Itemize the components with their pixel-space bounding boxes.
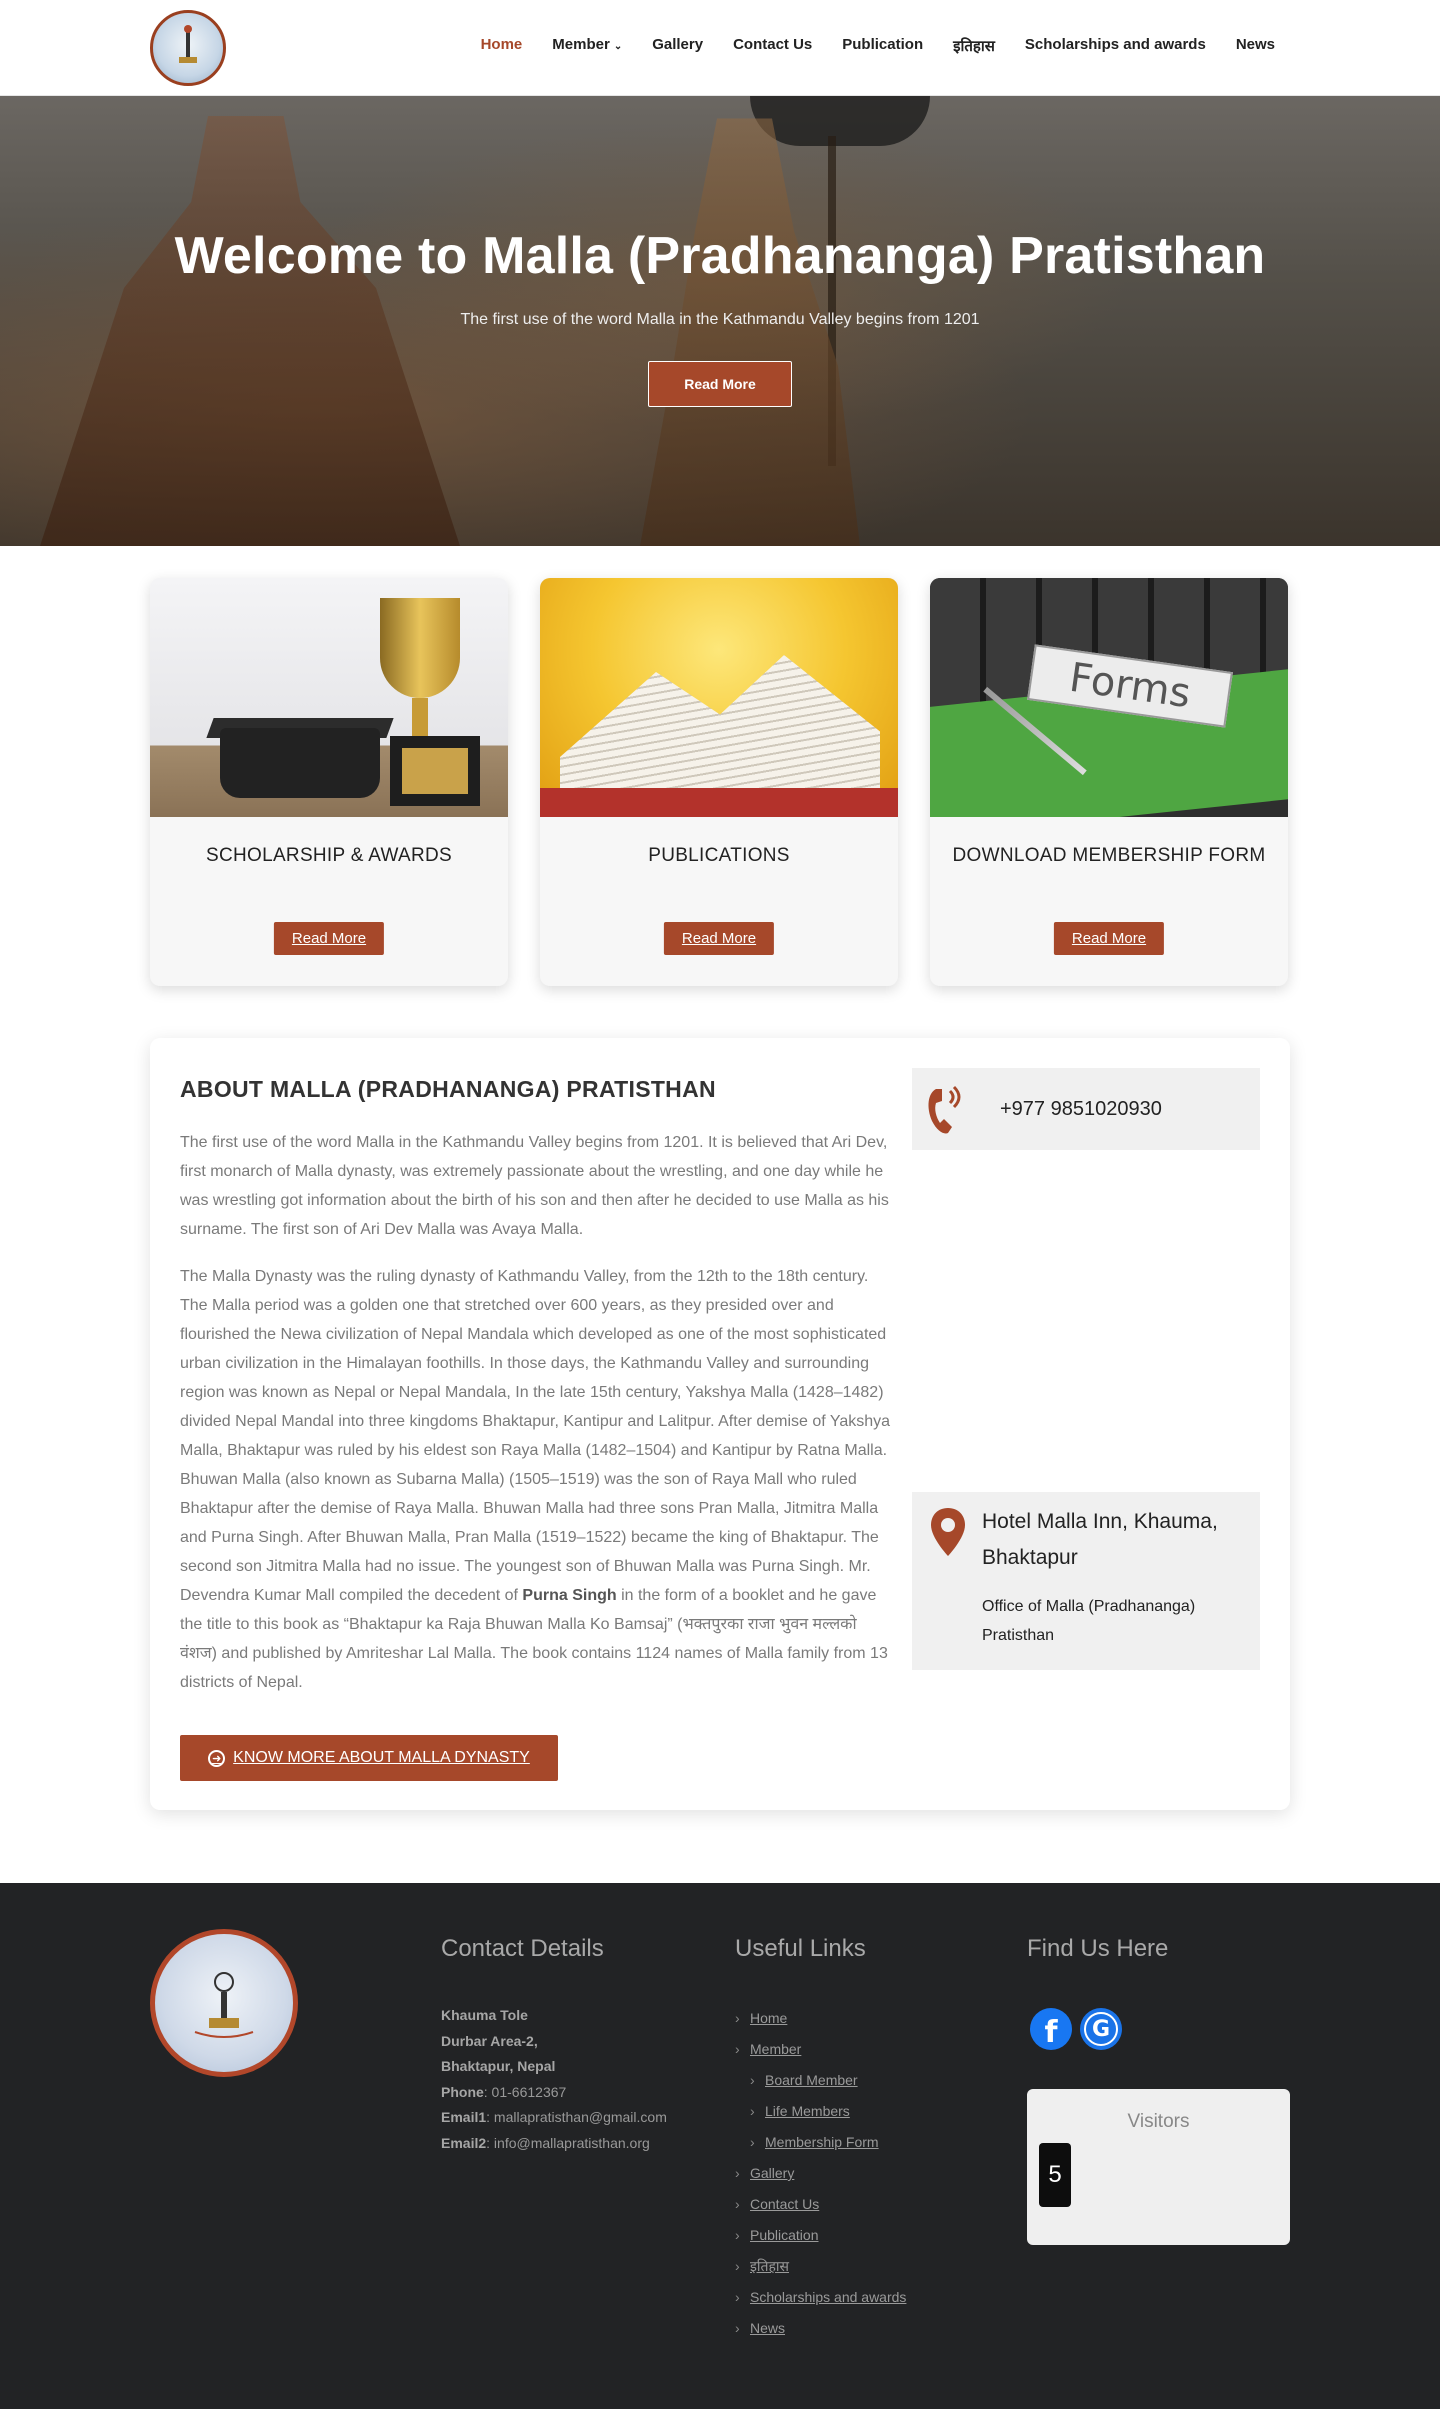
about-paragraph-2-bold: Purna Singh xyxy=(522,1587,617,1604)
footer-contact-details: Khauma Tole Durbar Area-2, Bhaktapur, Ne… xyxy=(441,2003,667,2156)
nav-member[interactable]: Member ⌄ xyxy=(552,36,622,56)
hero-temple-image xyxy=(40,116,460,546)
book-pages xyxy=(560,655,880,808)
footer-link-scholarships[interactable]: Scholarships and awards xyxy=(735,2282,906,2313)
hero-subtitle: The first use of the word Malla in the K… xyxy=(460,311,980,328)
know-more-label: KNOW MORE ABOUT MALLA DYNASTY xyxy=(233,1749,530,1766)
graduation-cap xyxy=(220,728,380,798)
google-glyph: G xyxy=(1084,2012,1118,2046)
chevron-down-icon: ⌄ xyxy=(613,41,623,52)
trophy-plate xyxy=(402,748,468,794)
address-line-2: Durbar Area-2, xyxy=(441,2032,538,2049)
logo-emblem-icon xyxy=(179,25,197,63)
main-nav: Home Member ⌄ Gallery Contact Us Publicat… xyxy=(481,36,1275,56)
nav-scholarships[interactable]: Scholarships and awards xyxy=(1025,36,1206,56)
about-title: ABOUT MALLA (PRADHANANGA) PRATISTHAN xyxy=(180,1076,716,1102)
phone-label: Phone xyxy=(441,2083,484,2100)
footer-link-publication[interactable]: Publication xyxy=(735,2220,906,2251)
hero-banner: Welcome to Malla (Pradhananga) Pratistha… xyxy=(0,96,1440,546)
footer-link-membership-form[interactable]: Membership Form xyxy=(750,2127,906,2158)
card-read-more-button[interactable]: Read More xyxy=(273,922,385,955)
nav-contact-us[interactable]: Contact Us xyxy=(733,36,812,56)
book-image xyxy=(540,578,898,817)
about-paragraph-2-text: The Malla Dynasty was the ruling dynasty… xyxy=(180,1268,891,1604)
email2-value[interactable]: : info@mallapratisthan.org xyxy=(486,2135,650,2151)
nav-gallery[interactable]: Gallery xyxy=(652,36,703,56)
footer-link-history[interactable]: इतिहास xyxy=(735,2251,906,2282)
trophy-cup xyxy=(380,598,460,698)
card-read-more-button[interactable]: Read More xyxy=(1053,922,1165,955)
hero-title: Welcome to Malla (Pradhananga) Pratistha… xyxy=(174,227,1266,285)
footer-link-board-member[interactable]: Board Member xyxy=(750,2065,906,2096)
hero-read-more-button[interactable]: Read More xyxy=(648,361,792,407)
nav-history[interactable]: इतिहास xyxy=(953,36,995,56)
trophy-image xyxy=(150,578,508,817)
email1-value[interactable]: : mallapratisthan@gmail.com xyxy=(486,2109,667,2125)
google-icon[interactable]: G xyxy=(1080,2008,1122,2050)
visitors-title: Visitors xyxy=(1127,2111,1190,2132)
card-title: PUBLICATIONS xyxy=(648,845,790,866)
about-section: ABOUT MALLA (PRADHANANGA) PRATISTHAN The… xyxy=(150,1038,1290,1810)
trophy-stem xyxy=(412,698,428,738)
nav-news[interactable]: News xyxy=(1236,36,1275,56)
phone-icon xyxy=(928,1085,961,1134)
footer-link-contact-us[interactable]: Contact Us xyxy=(735,2189,906,2220)
forms-image: Forms xyxy=(930,578,1288,817)
footer-emblem-icon xyxy=(194,1972,254,2038)
nav-member-label: Member xyxy=(552,36,610,53)
footer-links-title: Useful Links xyxy=(735,1935,866,1962)
phone-number[interactable]: +977 9851020930 xyxy=(1000,1098,1162,1121)
email2-label: Email2 xyxy=(441,2134,487,2151)
hero-umbrella-image xyxy=(750,96,930,146)
address-box: Hotel Malla Inn, Khauma, Bhaktapur Offic… xyxy=(912,1492,1260,1670)
footer-find-title: Find Us Here xyxy=(1027,1935,1169,1962)
nav-home[interactable]: Home xyxy=(481,36,523,56)
about-paragraph-1: The first use of the word Malla in the K… xyxy=(180,1134,889,1238)
site-header: Home Member ⌄ Gallery Contact Us Publicat… xyxy=(0,0,1440,96)
arrow-circle-right-icon: ➜ xyxy=(208,1749,226,1767)
card-scholarship: SCHOLARSHIP & AWARDS Read More xyxy=(150,578,508,986)
footer-link-news[interactable]: News xyxy=(735,2313,906,2344)
footer-link-home[interactable]: Home xyxy=(735,2003,906,2034)
footer-useful-links: Home Member Board Member Life Members Me… xyxy=(735,2003,906,2344)
visitor-counter-widget: Visitors 5 xyxy=(1027,2089,1290,2245)
phone-box: +977 9851020930 xyxy=(912,1068,1260,1150)
site-logo[interactable] xyxy=(150,10,226,86)
footer-contact-title: Contact Details xyxy=(441,1935,604,1962)
site-footer: Contact Details Useful Links Find Us Her… xyxy=(0,1883,1440,2409)
facebook-icon[interactable]: f xyxy=(1030,2008,1072,2050)
address-title: Hotel Malla Inn, Khauma, Bhaktapur xyxy=(982,1510,1218,1569)
address-line-1: Khauma Tole xyxy=(441,2007,528,2023)
card-read-more-button[interactable]: Read More xyxy=(663,922,775,955)
card-title: DOWNLOAD MEMBERSHIP FORM xyxy=(952,845,1266,866)
phone-value: : 01-6612367 xyxy=(483,2083,567,2100)
footer-logo[interactable] xyxy=(150,1929,298,2077)
footer-link-gallery[interactable]: Gallery xyxy=(735,2158,906,2189)
footer-link-life-members[interactable]: Life Members xyxy=(750,2096,906,2127)
card-membership-form: Forms DOWNLOAD MEMBERSHIP FORM Read More xyxy=(930,578,1288,986)
feature-cards: SCHOLARSHIP & AWARDS Read More PUBLICATI… xyxy=(150,578,1290,986)
nav-publication[interactable]: Publication xyxy=(842,36,923,56)
social-links: f G xyxy=(1030,2008,1122,2050)
email1-label: Email1 xyxy=(441,2109,487,2125)
location-pin-icon xyxy=(931,1508,965,1556)
know-more-button[interactable]: ➜ KNOW MORE ABOUT MALLA DYNASTY xyxy=(180,1735,558,1781)
about-paragraph-2: The Malla Dynasty was the ruling dynasty… xyxy=(180,1262,895,1697)
address-line-3: Bhaktapur, Nepal xyxy=(441,2058,556,2074)
footer-link-member[interactable]: Member xyxy=(735,2034,906,2065)
book-cover xyxy=(540,788,898,817)
address-subtitle: Office of Malla (Pradhananga) Pratisthan xyxy=(982,1598,1196,1644)
visitors-count: 5 xyxy=(1039,2143,1071,2207)
card-title: SCHOLARSHIP & AWARDS xyxy=(205,845,453,866)
card-publications: PUBLICATIONS Read More xyxy=(540,578,898,986)
